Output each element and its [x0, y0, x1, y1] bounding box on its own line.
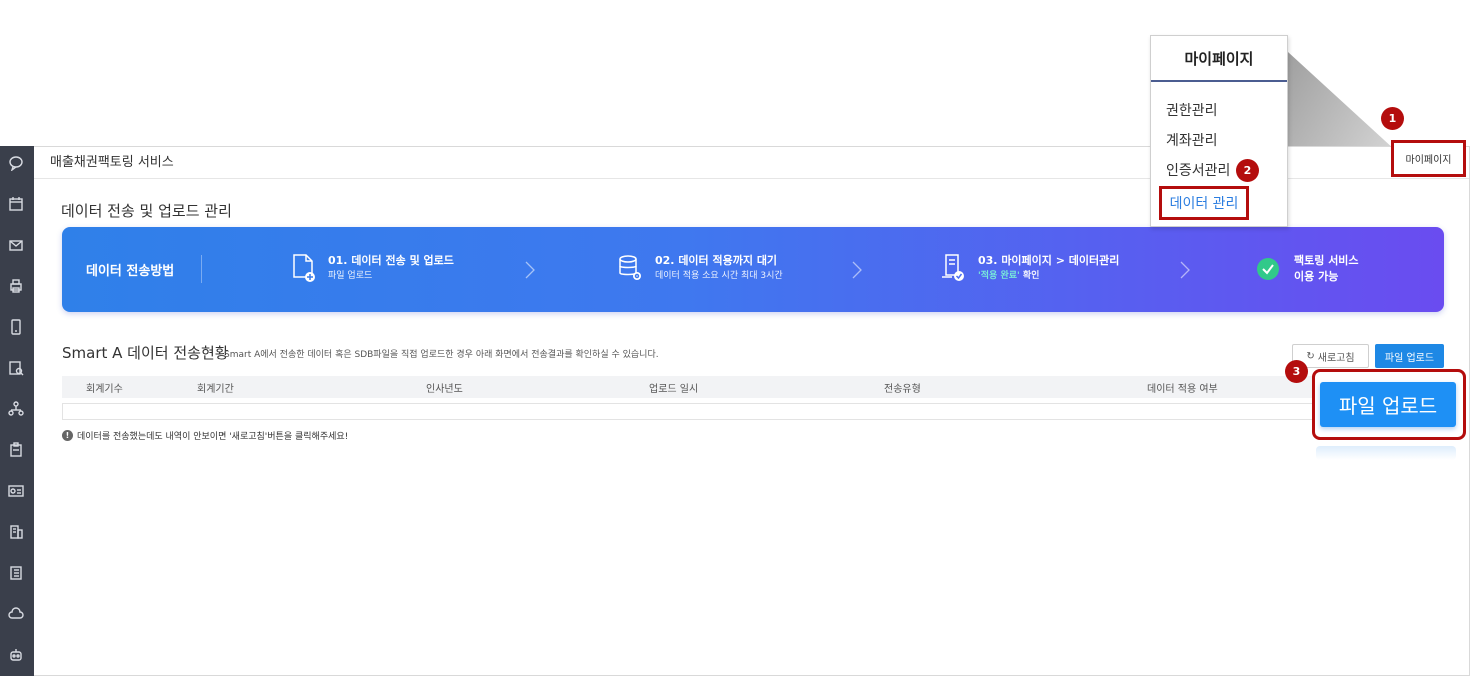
step-2: 02. 데이터 적용까지 대기 데이터 적용 소요 시간 최대 3시간	[617, 253, 783, 285]
calendar-icon[interactable]	[7, 195, 25, 213]
check-circle-icon	[1256, 253, 1282, 285]
transfer-method-banner: 데이터 전송방법 01. 데이터 전송 및 업로드 파일 업로드 02. 데이터…	[62, 227, 1444, 312]
step-1-title: 01. 데이터 전송 및 업로드	[328, 254, 454, 267]
step-1: 01. 데이터 전송 및 업로드 파일 업로드	[290, 253, 454, 285]
page-title: 데이터 전송 및 업로드 관리	[61, 202, 232, 220]
refresh-notice: ! 데이터를 전송했는데도 내역이 안보이면 '새로고침'버튼을 클릭해주세요!	[62, 429, 348, 442]
file-upload-button-zoomed[interactable]: 파일 업로드	[1320, 382, 1456, 427]
mypage-menu: 마이페이지 권한관리 계좌관리 인증서관리 데이터 관리	[1150, 35, 1288, 227]
chat-icon[interactable]	[7, 154, 25, 172]
robot-icon[interactable]	[7, 646, 25, 664]
mobile-icon[interactable]	[7, 318, 25, 336]
chevron-right-icon	[852, 261, 862, 279]
step-4-desc: 이용 가능	[1294, 270, 1339, 283]
step-3: 03. 마이페이지 > 데이터관리 '적용 완료' 확인	[940, 253, 1119, 285]
refresh-button-label: 새로고침	[1317, 352, 1355, 364]
file-add-icon	[290, 253, 316, 285]
section-title: Smart A 데이터 전송현황	[62, 344, 229, 362]
step-2-title: 02. 데이터 적용까지 대기	[655, 254, 778, 267]
refresh-icon: ↻	[1306, 350, 1315, 362]
menu-item-certificates[interactable]: 인증서관리	[1166, 160, 1230, 180]
banner-divider	[201, 255, 202, 283]
step-marker-3: 3	[1285, 360, 1308, 383]
column-header[interactable]: 회계기수	[86, 380, 123, 395]
table-header: 회계기수 회계기간 인사년도 업로드 일시 전송유형 데이터 적용 여부	[62, 376, 1444, 398]
step-4: 팩토링 서비스 이용 가능	[1256, 253, 1359, 285]
step-3-desc: 확인	[1019, 271, 1040, 281]
service-title: 매출채권팩토링 서비스	[50, 155, 174, 170]
document-check-icon	[940, 253, 966, 285]
screen: 매출채권팩토링 서비스 데이터 전송 및 업로드 관리 데이터 전송방법 01.…	[0, 0, 1474, 685]
column-header[interactable]: 회계기간	[197, 380, 234, 395]
org-chart-icon[interactable]	[7, 400, 25, 418]
zoom-reflection	[1316, 446, 1456, 460]
receipt-search-icon[interactable]	[7, 359, 25, 377]
database-gear-icon	[617, 253, 643, 285]
section-description: Smart A에서 전송한 데이터 혹은 SDB파일을 직접 업로드한 경우 아…	[224, 350, 659, 360]
table-empty-row	[62, 403, 1444, 420]
step-marker-2: 2	[1236, 159, 1259, 182]
clipboard-icon[interactable]	[7, 441, 25, 459]
left-sidebar	[0, 146, 34, 676]
cloud-icon[interactable]	[7, 605, 25, 623]
file-upload-button[interactable]: 파일 업로드	[1375, 344, 1444, 368]
column-header[interactable]: 업로드 일시	[649, 380, 698, 395]
id-card-icon[interactable]	[7, 482, 25, 500]
building-icon[interactable]	[7, 523, 25, 541]
banner-label: 데이터 전송방법	[86, 264, 175, 279]
menu-item-accounts[interactable]: 계좌관리	[1166, 130, 1218, 150]
printer-icon[interactable]	[7, 277, 25, 295]
chevron-right-icon	[525, 261, 535, 279]
notebook-icon[interactable]	[7, 564, 25, 582]
mypage-link[interactable]: 마이페이지	[1391, 140, 1466, 177]
column-header[interactable]: 데이터 적용 여부	[1147, 380, 1218, 395]
column-header[interactable]: 전송유형	[884, 380, 921, 395]
mail-icon[interactable]	[7, 236, 25, 254]
column-header[interactable]: 인사년도	[426, 380, 463, 395]
step-4-title: 팩토링 서비스	[1294, 254, 1359, 267]
chevron-right-icon	[1180, 261, 1190, 279]
menu-item-data-management[interactable]: 데이터 관리	[1159, 186, 1249, 220]
menu-item-permissions[interactable]: 권한관리	[1166, 100, 1218, 120]
step-3-title: 03. 마이페이지 > 데이터관리	[978, 254, 1120, 267]
notice-text: 데이터를 전송했는데도 내역이 안보이면 '새로고침'버튼을 클릭해주세요!	[77, 432, 349, 442]
step-marker-1: 1	[1381, 107, 1404, 130]
info-icon: !	[62, 430, 73, 441]
step-2-desc: 데이터 적용 소요 시간 최대 3시간	[655, 271, 783, 281]
mypage-menu-title: 마이페이지	[1151, 36, 1287, 82]
step-1-desc: 파일 업로드	[328, 271, 373, 281]
step-3-status-highlight: '적용 완료'	[978, 271, 1020, 281]
